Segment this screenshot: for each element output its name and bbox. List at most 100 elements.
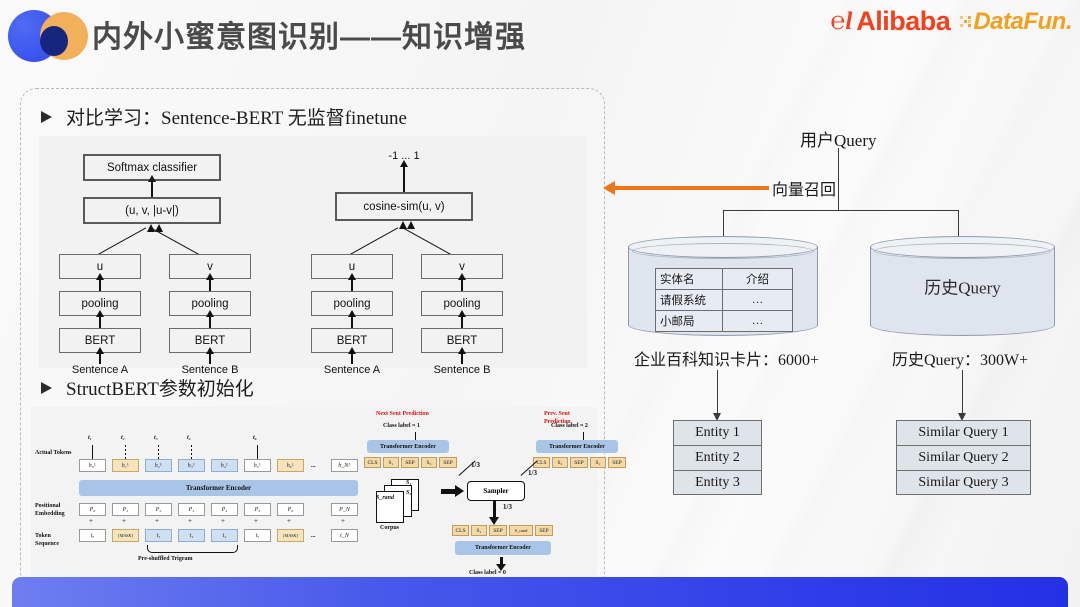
sentence-a-label-right: Sentence A	[323, 364, 381, 376]
bullet-arrow-icon-2	[41, 381, 52, 394]
prev-seq-4: SEP	[608, 457, 626, 468]
sampler-node: Sampler	[467, 481, 525, 501]
tok-ellipsis: ...	[311, 533, 316, 539]
pos-3: P₃	[178, 503, 205, 516]
list-item: Similar Query 1	[896, 420, 1031, 445]
arrow-sentencea-to-bert-right	[348, 347, 355, 364]
t2-label: t₂	[121, 435, 125, 441]
page-title: 内外小蜜意图识别——知识增强	[92, 21, 526, 54]
positional-embedding-label: Positional Embedding	[35, 503, 65, 517]
next-seq-3: S₂	[421, 457, 437, 468]
tok-3: t₄	[178, 529, 205, 542]
arrow-concat-to-softmax	[148, 175, 155, 197]
sampler-down-shaft	[493, 500, 496, 518]
tok-n: t_N	[331, 529, 358, 542]
slide-footer-bar	[12, 577, 1068, 607]
transformer-encoder-rand: Transformer Encoder	[455, 541, 551, 555]
edge-u-to-concat	[97, 227, 147, 256]
entity-result-stack: Entity 1 Entity 2 Entity 3	[673, 420, 762, 495]
sentence-bert-diagram: Softmax classifier (u, v, |u-v|) u v poo…	[39, 136, 587, 376]
hidden-2: h₂ᴸ	[145, 459, 172, 472]
next-sent-title: Next Sent Prediction	[376, 411, 429, 417]
pos-4: P₄	[211, 503, 238, 516]
pos-0: P₀	[79, 503, 106, 516]
sampler-down-head	[489, 517, 499, 525]
tick-t1	[92, 445, 93, 459]
arrow-bert-to-pooling-a-left	[96, 310, 103, 328]
arrow-history-to-similar	[956, 370, 969, 421]
arrowhead-cosine-left	[399, 221, 407, 229]
next-seq-0: CLS	[364, 457, 381, 468]
hidden-n: h_Nᴸ	[331, 459, 358, 472]
prev-seq-1: S₂	[552, 457, 568, 468]
brand-logo-mark	[8, 8, 92, 64]
tok-mask-1: [MASK]	[112, 529, 139, 542]
td-intro-1: …	[722, 289, 793, 311]
list-item: Entity 2	[673, 445, 762, 470]
corpus-s2: S₂	[406, 490, 412, 496]
edge-v-to-concat	[151, 228, 202, 257]
td-intro-2: …	[722, 310, 793, 332]
tok-0: t₀	[79, 529, 106, 542]
sentence-b-label-right: Sentence B	[433, 364, 491, 376]
similar-query-result-stack: Similar Query 1 Similar Query 2 Similar …	[896, 420, 1031, 495]
pos-1: P₁	[112, 503, 139, 516]
transformer-encoder-prev: Transformer Encoder	[536, 440, 618, 453]
pos-n: P_N	[331, 503, 358, 516]
datafun-dots-icon	[960, 16, 972, 27]
corpus-srand: S_rand	[376, 495, 395, 501]
brand-logos: ℮l Alibaba DataFun.	[830, 6, 1072, 37]
rand-seq-4: SEP	[535, 525, 553, 536]
tick-t6	[257, 445, 258, 459]
pos-6: P₆	[277, 503, 304, 516]
prev-seq-3: S₁	[590, 457, 606, 468]
transformer-encoder-next: Transformer Encoder	[367, 440, 449, 453]
history-cylinder-label: 历史Query	[924, 278, 1001, 298]
bullet-structbert-init: StructBERT参数初始化	[41, 374, 254, 401]
rand-seq-3: S_rand	[509, 525, 533, 536]
arrow-next-sent	[415, 432, 416, 440]
cylinder-inner-ellipse-kb	[632, 243, 814, 259]
next-seq-2: SEP	[401, 457, 419, 468]
arrow-sentenceb-to-bert-right	[458, 347, 465, 364]
bullet-arrow-icon	[41, 110, 52, 123]
arrow-bert-to-pooling-b-right	[458, 310, 465, 328]
th-entity-name: 实体名	[655, 268, 723, 290]
arrow-sentenceb-to-bert-left	[206, 347, 213, 364]
bullet-label-2: StructBERT参数初始化	[66, 379, 254, 400]
t3-label: t₃	[154, 435, 158, 441]
alibaba-mark-icon: ℮l	[830, 7, 853, 35]
bullet-contrastive-learning: 对比学习：Sentence-BERT 无监督finetune	[41, 103, 407, 130]
slide-canvas: 内外小蜜意图识别——知识增强 ℮l Alibaba DataFun. 对比学习：…	[0, 0, 1080, 607]
pre-shuffled-trigram-caption: Pre-shuffled Trigram	[138, 556, 193, 562]
arrow-pooling-to-v-left	[206, 273, 213, 291]
bullet-label: 对比学习：Sentence-BERT 无监督finetune	[66, 108, 407, 129]
table-row: 小邮局 …	[655, 310, 793, 332]
fraction-down: 1/3	[503, 503, 512, 511]
arrowhead-concat-right	[155, 224, 163, 232]
logo-overlap-circle	[40, 26, 68, 56]
tok-mask-6: [MASK]	[277, 529, 304, 542]
token-sequence-label: Token Sequence	[35, 533, 59, 547]
corpus-caption: Corpus	[380, 525, 400, 531]
next-seq-1: S₁	[383, 457, 399, 468]
history-caption: 历史Query：300W+	[892, 352, 1029, 369]
next-seq-4: SEP	[439, 457, 457, 468]
alibaba-logo: ℮l Alibaba	[830, 6, 950, 37]
tick-t3	[158, 445, 159, 459]
arrow-prev-sent	[583, 432, 584, 440]
hidden-3: h₃ᴸ	[178, 459, 205, 472]
arrow-kb-to-entities	[711, 370, 724, 421]
corpus-to-sampler-shaft	[441, 489, 455, 494]
prev-seq-2: SEP	[570, 457, 588, 468]
cylinder-inner-ellipse-history	[874, 243, 1051, 259]
tick-t2	[125, 445, 126, 459]
list-item: Similar Query 3	[896, 470, 1031, 495]
arrow-bert-to-pooling-b-left	[206, 310, 213, 328]
list-item: Entity 3	[673, 470, 762, 495]
edge-u-to-cosine	[349, 227, 399, 256]
knowledge-card-table: 实体名 介绍 请假系统 … 小邮局 …	[655, 268, 793, 332]
pos-5: P₅	[244, 503, 271, 516]
edge-v-to-cosine	[403, 228, 454, 257]
prev-sent-class: Class label = 2	[551, 423, 588, 429]
